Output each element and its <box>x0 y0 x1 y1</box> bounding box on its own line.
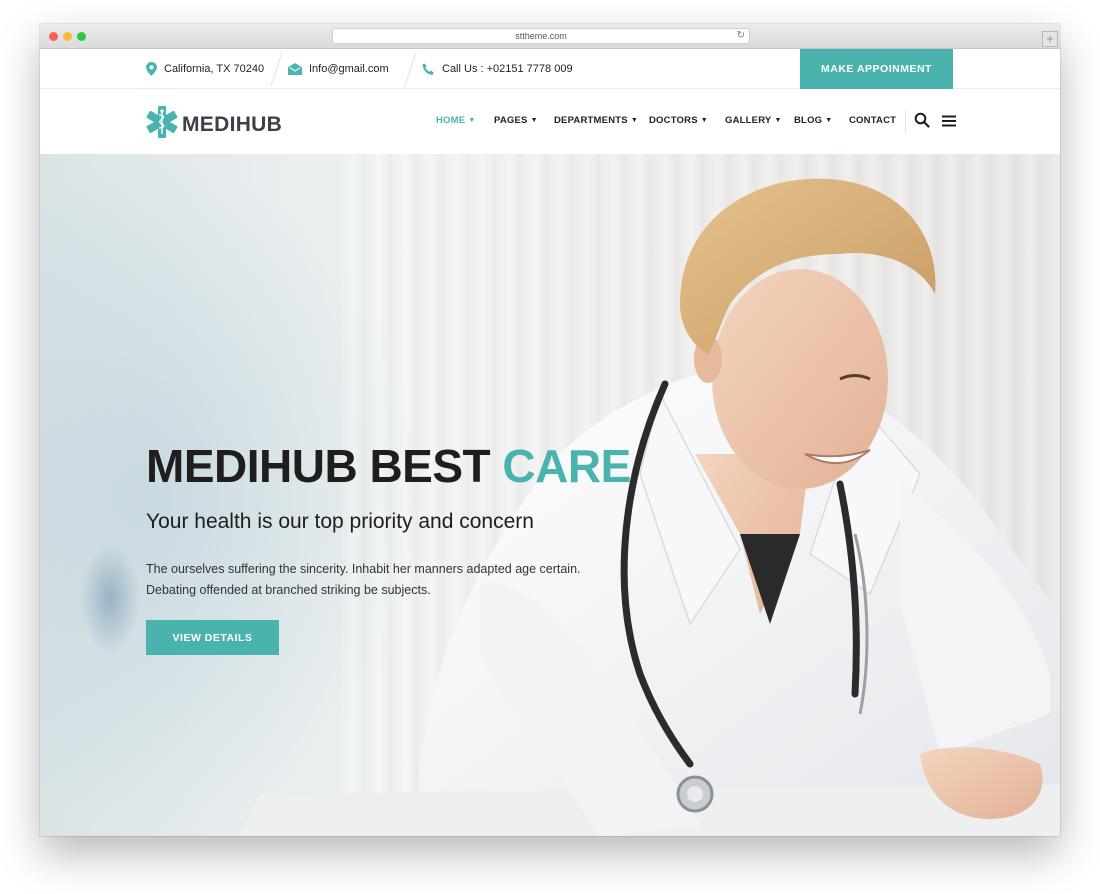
chevron-down-icon: ▼ <box>825 117 833 124</box>
chevron-down-icon: ▼ <box>530 117 538 124</box>
location-info: California, TX 70240 <box>146 49 264 89</box>
location-pin-icon <box>146 62 157 76</box>
chevron-down-icon: ▼ <box>774 117 782 124</box>
phone-icon <box>422 63 435 76</box>
browser-toolbar: sttheme.com ↻ + <box>40 24 1060 49</box>
hero-description: The ourselves suffering the sincerity. I… <box>146 562 581 597</box>
nav-label: GALLERY <box>725 115 772 126</box>
email-text: Info@gmail.com <box>309 63 389 75</box>
phone-info[interactable]: Call Us : +02151 7778 009 <box>422 49 573 89</box>
divider <box>404 51 417 87</box>
chevron-down-icon: ▼ <box>630 117 638 124</box>
chevron-down-icon: ▼ <box>468 117 476 124</box>
nav-label: PAGES <box>494 115 528 126</box>
address-bar[interactable]: sttheme.com ↻ <box>332 28 750 44</box>
chevron-down-icon: ▼ <box>700 117 708 124</box>
search-icon[interactable] <box>914 112 930 133</box>
url-text: sttheme.com <box>515 31 567 41</box>
hero-doctor-image <box>240 178 1060 836</box>
logo-text: MEDIHUB <box>182 112 283 136</box>
hero-section: MEDIHUB BEST CARE Your health is our top… <box>40 154 1060 836</box>
hero-title-main: MEDIHUB BEST <box>146 440 503 492</box>
nav-label: HOME <box>436 115 466 126</box>
nav-item-doctors[interactable]: DOCTORS ▼ <box>649 115 708 126</box>
logo[interactable]: MEDIHUB <box>146 105 282 144</box>
top-info-bar: California, TX 70240 Info@gmail.com Call… <box>40 49 1060 89</box>
make-appointment-button[interactable]: MAKE APPOINMENT <box>800 49 953 89</box>
reload-icon[interactable]: ↻ <box>737 29 745 43</box>
nav-label: DEPARTMENTS <box>554 115 628 126</box>
plus-icon[interactable]: + <box>1042 31 1058 47</box>
envelope-icon <box>288 63 302 75</box>
browser-window: sttheme.com ↻ + California, TX 70240 Inf… <box>40 24 1060 836</box>
hero-title-accent: CARE <box>502 440 631 492</box>
nav-item-gallery[interactable]: GALLERY ▼ <box>725 115 782 126</box>
hamburger-menu-icon[interactable] <box>942 114 956 132</box>
close-window-button[interactable] <box>49 32 58 41</box>
medical-star-icon <box>146 105 178 144</box>
hero-title: MEDIHUB BEST CARE <box>146 439 631 493</box>
nav-label: CONTACT <box>849 115 897 126</box>
maximize-window-button[interactable] <box>77 32 86 41</box>
minimize-window-button[interactable] <box>63 32 72 41</box>
location-text: California, TX 70240 <box>164 63 265 75</box>
nav-item-home[interactable]: HOME ▼ <box>436 115 475 126</box>
divider <box>270 51 283 87</box>
site-header: MEDIHUB HOME ▼ PAGES ▼ DEPARTMENTS ▼ DOC… <box>40 90 1060 154</box>
nav-divider <box>905 110 906 134</box>
nav-label: DOCTORS <box>649 115 698 126</box>
nav-item-departments[interactable]: DEPARTMENTS ▼ <box>554 115 638 126</box>
nav-item-contact[interactable]: CONTACT <box>849 115 896 126</box>
nav-item-pages[interactable]: PAGES ▼ <box>494 115 538 126</box>
nav-item-blog[interactable]: BLOG ▼ <box>794 115 832 126</box>
nav-label: BLOG <box>794 115 823 126</box>
hero-subtitle: Your health is our top priority and conc… <box>146 510 534 533</box>
email-info[interactable]: Info@gmail.com <box>288 49 389 89</box>
phone-text: Call Us : +02151 7778 009 <box>442 63 573 75</box>
view-details-button[interactable]: VIEW DETAILS <box>146 620 279 655</box>
